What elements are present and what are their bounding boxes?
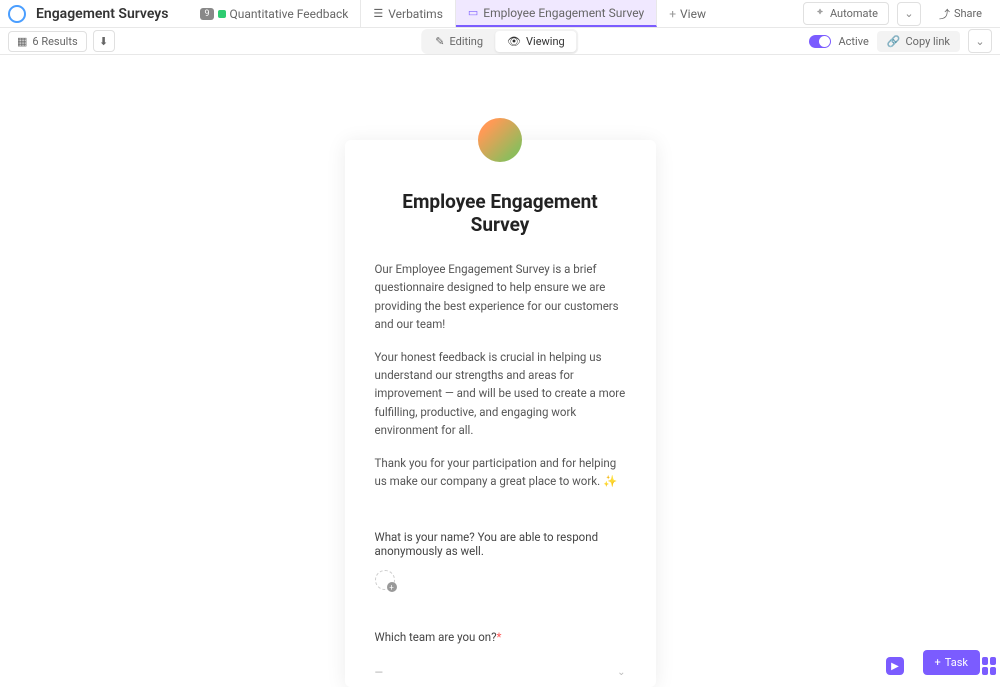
tab-quantitative-feedback[interactable]: 9 Quantitative Feedback [188, 0, 361, 27]
intro-paragraph-2: Your honest feedback is crucial in helpi… [375, 348, 626, 440]
copy-label: Copy link [906, 35, 950, 48]
tab-label: Verbatims [388, 7, 443, 21]
view-label: View [680, 7, 706, 21]
question-label: What is your name? You are able to respo… [375, 530, 626, 558]
chevron-down-icon: ⌄ [617, 667, 625, 678]
active-switch[interactable] [809, 35, 831, 48]
tab-verbatims[interactable]: ☰ Verbatims [361, 0, 456, 27]
record-button[interactable]: ▶ [886, 657, 904, 675]
form-card: Employee Engagement Survey Our Employee … [345, 140, 656, 687]
tab-label: Employee Engagement Survey [483, 6, 644, 20]
chevron-down-icon: ⌄ [975, 35, 984, 48]
mode-toggle: ✎ Editing 👁 Viewing [421, 29, 578, 54]
select-value: — [375, 666, 384, 679]
app-title: Engagement Surveys [36, 6, 168, 22]
question-team: Which team are you on?* — ⌄ [375, 630, 626, 687]
record-icon: ▶ [891, 661, 899, 672]
tabs: 9 Quantitative Feedback ☰ Verbatims ▭ Em… [188, 0, 657, 27]
task-button[interactable]: + Task [923, 650, 980, 675]
automate-button[interactable]: Automate [803, 2, 889, 25]
hero-image [478, 118, 522, 162]
main-area: Employee Engagement Survey Our Employee … [0, 55, 1000, 687]
question-label: Which team are you on?* [375, 630, 626, 644]
plus-icon: + [669, 7, 676, 21]
share-button[interactable]: ⤴ Share [929, 2, 992, 26]
viewing-label: Viewing [526, 35, 565, 48]
share-icon: ⤴ [939, 6, 950, 22]
editing-label: Editing [449, 35, 483, 48]
copy-dropdown-button[interactable]: ⌄ [968, 29, 992, 53]
apps-icon [982, 657, 988, 665]
required-star-icon: * [497, 630, 502, 644]
dropdown-button[interactable]: ⌄ [897, 2, 921, 26]
results-label: 6 Results [32, 35, 77, 48]
tab-count-badge: 9 [200, 8, 213, 20]
task-label: Task [945, 656, 968, 669]
share-label: Share [954, 7, 982, 20]
person-picker[interactable] [375, 570, 395, 590]
sub-right: Active 🔗 Copy link ⌄ [809, 29, 993, 53]
results-button[interactable]: ▦ 6 Results [8, 31, 87, 52]
link-icon: 🔗 [887, 35, 901, 48]
intro-paragraph-1: Our Employee Engagement Survey is a brie… [375, 260, 626, 334]
team-select[interactable]: — ⌄ [375, 656, 626, 687]
sparkle-icon [814, 8, 826, 20]
intro-paragraph-3: Thank you for your participation and for… [375, 454, 626, 491]
active-label: Active [839, 35, 869, 48]
automate-label: Automate [830, 7, 878, 20]
right-controls: Automate ⌄ ⤴ Share [803, 2, 992, 26]
apps-button[interactable] [982, 657, 996, 675]
copy-link-button[interactable]: 🔗 Copy link [877, 31, 960, 52]
form-title: Employee Engagement Survey [375, 190, 626, 236]
download-icon: ⬇ [99, 35, 108, 48]
editing-toggle[interactable]: ✎ Editing [423, 31, 495, 52]
sub-bar: ▦ 6 Results ⬇ ✎ Editing 👁 Viewing Active… [0, 28, 1000, 55]
add-view-button[interactable]: + View [657, 7, 718, 21]
top-bar: Engagement Surveys 9 Quantitative Feedba… [0, 0, 1000, 28]
plus-icon: + [935, 656, 941, 669]
grid-icon: ▦ [17, 35, 27, 48]
eye-icon: 👁 [507, 35, 521, 48]
download-button[interactable]: ⬇ [93, 30, 115, 52]
tab-label: Quantitative Feedback [230, 7, 349, 21]
tab-employee-engagement-survey[interactable]: ▭ Employee Engagement Survey [456, 0, 657, 27]
form-icon: ▭ [468, 6, 478, 19]
question-name: What is your name? You are able to respo… [375, 530, 626, 590]
list-icon: ☰ [373, 7, 383, 20]
status-dot-icon [218, 10, 226, 18]
logo-icon [8, 5, 26, 23]
chevron-down-icon: ⌄ [904, 7, 913, 20]
pencil-icon: ✎ [435, 35, 444, 48]
viewing-toggle[interactable]: 👁 Viewing [495, 31, 577, 52]
